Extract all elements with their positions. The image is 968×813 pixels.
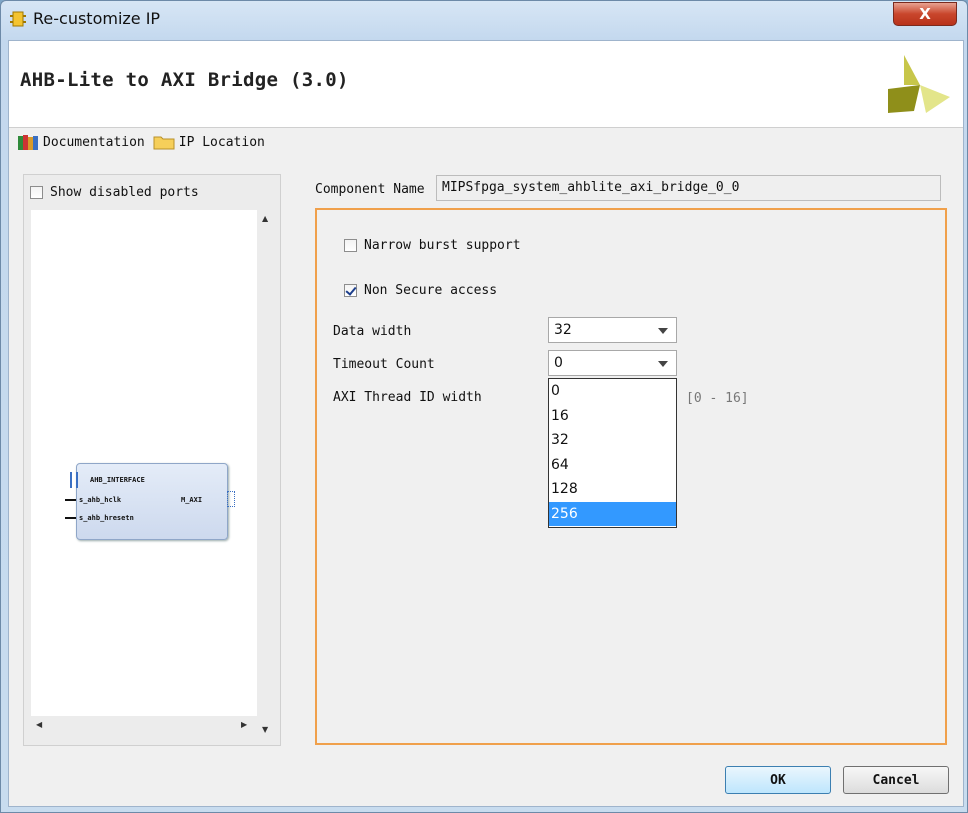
narrow-burst-checkbox[interactable] — [344, 239, 357, 252]
dropdown-option[interactable]: 32 — [549, 428, 676, 453]
show-disabled-ports-label: Show disabled ports — [50, 185, 199, 200]
timeout-dropdown-list[interactable]: 0 16 32 64 128 256 — [548, 378, 677, 528]
page-title: AHB-Lite to AXI Bridge (3.0) — [20, 69, 349, 91]
scroll-up-icon[interactable]: ▲ — [262, 214, 268, 223]
window-title: Re-customize IP — [33, 9, 161, 28]
toolbar: Documentation IP Location — [17, 131, 273, 153]
narrow-burst-label: Narrow burst support — [364, 238, 521, 253]
folder-icon — [153, 136, 175, 150]
hresetn-pin[interactable] — [65, 517, 76, 519]
port-hresetn: s_ahb_hresetn — [79, 514, 134, 522]
dropdown-option[interactable]: 0 — [549, 379, 676, 404]
axi-thread-id-range: [0 - 16] — [686, 391, 749, 406]
chevron-down-icon — [658, 361, 668, 367]
axi-thread-id-label: AXI Thread ID width — [333, 390, 482, 405]
ip-app-icon — [10, 11, 26, 27]
timeout-count-label: Timeout Count — [333, 357, 435, 372]
component-name-field[interactable]: MIPSfpga_system_ahblite_axi_bridge_0_0 — [436, 175, 941, 201]
ip-location-link[interactable]: IP Location — [153, 133, 265, 151]
timeout-count-select[interactable]: 0 — [548, 350, 677, 376]
data-width-select[interactable]: 32 — [548, 317, 677, 343]
documentation-link[interactable]: Documentation — [17, 133, 145, 151]
cancel-button[interactable]: Cancel — [843, 766, 949, 794]
non-secure-label: Non Secure access — [364, 283, 498, 298]
documentation-label: Documentation — [43, 134, 145, 150]
non-secure-checkbox[interactable] — [344, 284, 357, 297]
show-disabled-ports-checkbox[interactable] — [30, 186, 43, 199]
narrow-burst-toggle[interactable]: Narrow burst support — [344, 238, 521, 253]
dropdown-option-highlighted[interactable]: 256 — [549, 501, 676, 526]
symbol-panel: Show disabled ports AHB_INTERFACE s_ahb_… — [23, 174, 281, 746]
dialog-body: AHB-Lite to AXI Bridge (3.0) Documentati… — [8, 40, 964, 807]
chevron-down-icon — [658, 328, 668, 334]
scroll-left-icon[interactable]: ◀ — [36, 720, 42, 729]
dialog-window: Re-customize IP X AHB-Lite to AXI Bridge… — [0, 0, 968, 813]
books-icon — [18, 135, 38, 150]
port-ahb-interface: AHB_INTERFACE — [90, 476, 145, 484]
timeout-count-value: 0 — [554, 355, 563, 371]
port-hclk: s_ahb_hclk — [79, 496, 122, 504]
vertical-scrollbar[interactable]: ▲ ▼ — [258, 210, 275, 740]
ip-header: AHB-Lite to AXI Bridge (3.0) — [9, 41, 963, 128]
port-m-axi: M_AXI — [181, 496, 203, 504]
close-icon: X — [919, 5, 931, 23]
show-disabled-ports-toggle[interactable]: Show disabled ports — [30, 185, 199, 200]
component-name-label: Component Name — [315, 182, 425, 197]
horizontal-scrollbar[interactable]: ◀ ▶ — [31, 716, 258, 734]
scroll-down-icon[interactable]: ▼ — [262, 725, 268, 734]
dropdown-option[interactable]: 64 — [549, 453, 676, 478]
data-width-value: 32 — [554, 322, 572, 338]
data-width-label: Data width — [333, 324, 412, 339]
ip-block-symbol[interactable]: AHB_INTERFACE s_ahb_hclk s_ahb_hresetn M… — [76, 463, 228, 540]
scroll-right-icon[interactable]: ▶ — [241, 720, 247, 729]
interface-bus-pin[interactable] — [70, 472, 78, 488]
configuration-panel: Narrow burst support Non Secure access D… — [315, 208, 947, 745]
dropdown-option[interactable]: 128 — [549, 477, 676, 502]
xilinx-logo-icon — [888, 55, 950, 113]
hclk-pin[interactable] — [65, 499, 76, 501]
title-bar[interactable]: Re-customize IP X — [1, 1, 967, 39]
ip-location-label: IP Location — [178, 134, 265, 150]
ok-button[interactable]: OK — [725, 766, 831, 794]
non-secure-toggle[interactable]: Non Secure access — [344, 283, 497, 298]
close-button[interactable]: X — [893, 2, 957, 26]
m-axi-pin[interactable] — [227, 491, 235, 507]
ip-symbol-canvas[interactable]: AHB_INTERFACE s_ahb_hclk s_ahb_hresetn M… — [31, 210, 257, 716]
dropdown-option[interactable]: 16 — [549, 404, 676, 429]
